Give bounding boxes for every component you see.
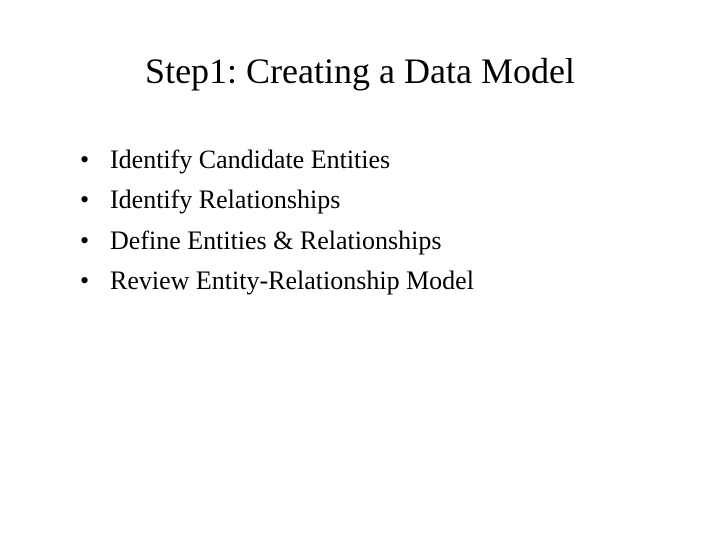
- list-item: Identify Relationships: [80, 182, 660, 218]
- list-item: Identify Candidate Entities: [80, 142, 660, 178]
- list-item: Define Entities & Relationships: [80, 223, 660, 259]
- slide-title: Step1: Creating a Data Model: [60, 50, 660, 92]
- bullet-list: Identify Candidate Entities Identify Rel…: [60, 142, 660, 300]
- list-item: Review Entity-Relationship Model: [80, 263, 660, 299]
